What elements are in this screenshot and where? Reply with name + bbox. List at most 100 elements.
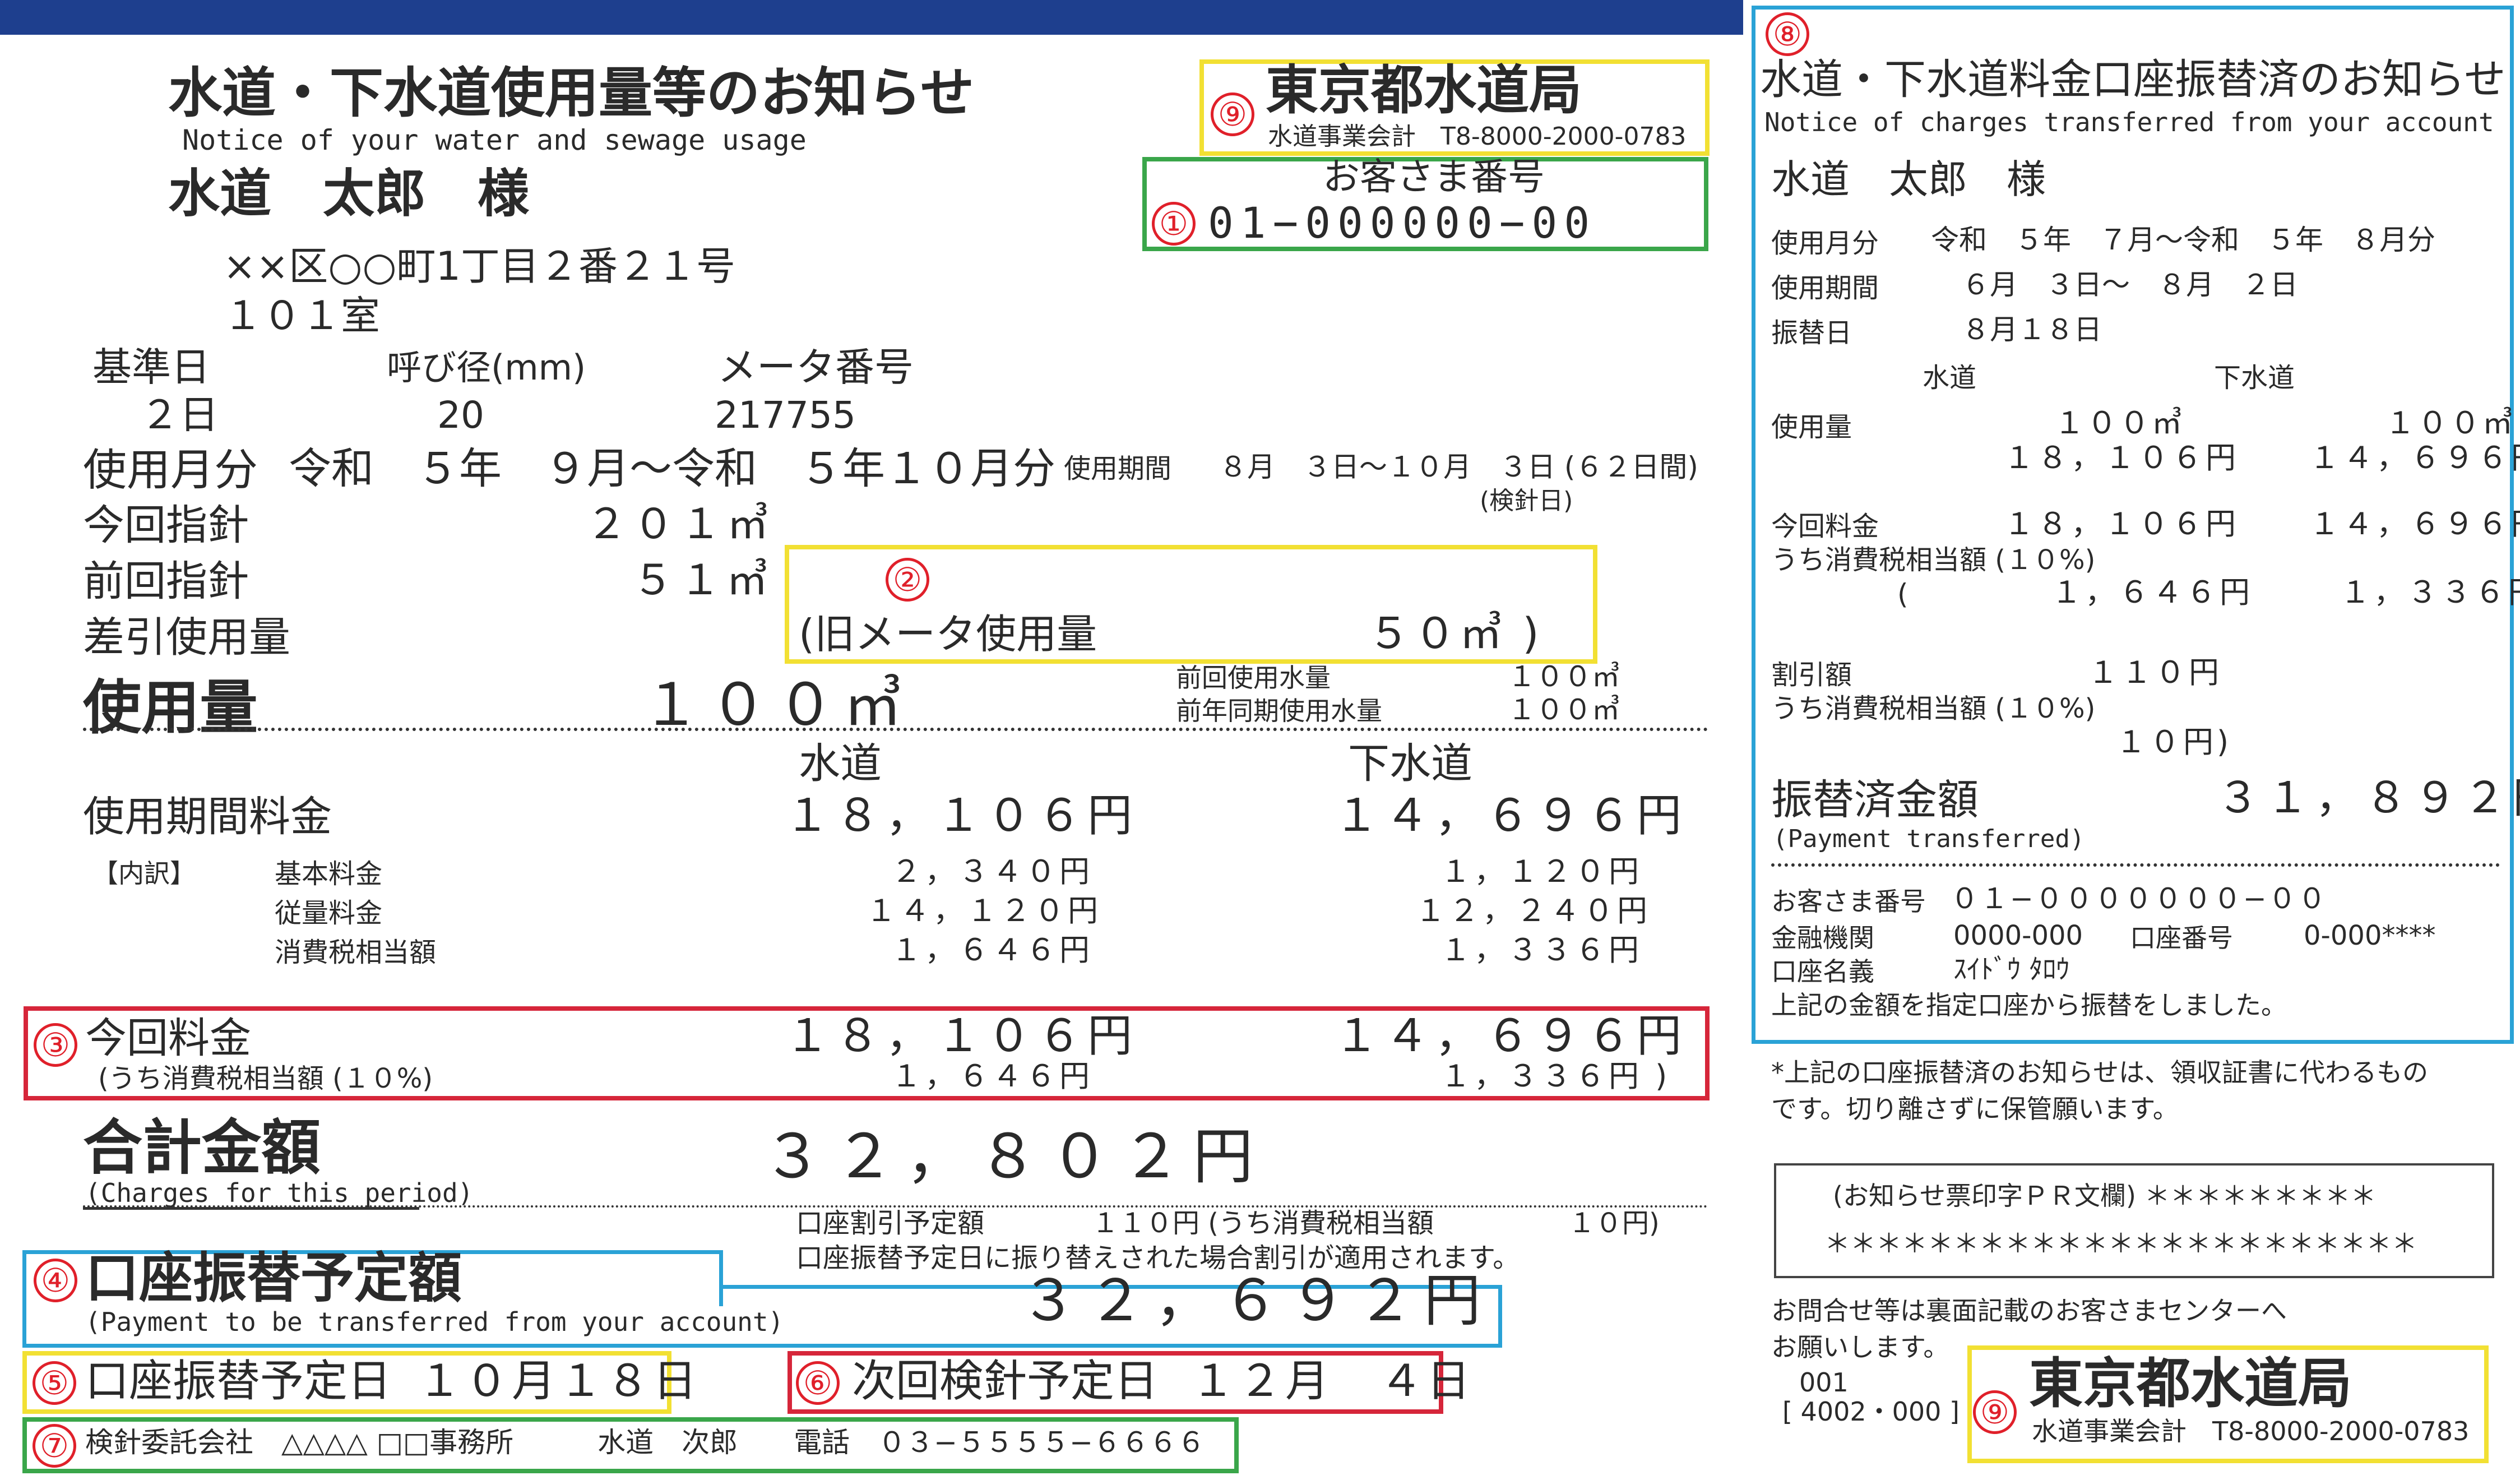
customer-number-label: お客さま番号 <box>1323 155 1545 198</box>
receipt-charge-water: １８，１０６円 <box>2004 506 2239 542</box>
receipt-discount-label: 割引額 <box>1771 659 1852 691</box>
total-label: 合計金額 <box>83 1113 321 1182</box>
bore-label: 呼び径(mm) <box>387 347 586 388</box>
receipt-col-sewer: 下水道 <box>2214 362 2295 394</box>
receipt-discount-value: １１０円 <box>2088 655 2222 690</box>
notice-title: 水道・下水道使用量等のお知らせ <box>168 62 975 124</box>
receipt-col-water: 水道 <box>1923 362 1977 394</box>
marker-5: ⑤ <box>33 1361 76 1405</box>
ref-day-label: 基準日 <box>92 344 210 390</box>
usage-period-note: (検針日) <box>1480 487 1573 515</box>
contact-text-2: お願いします。 <box>1771 1332 1949 1362</box>
receipt-row-value-2: ８月１８日 <box>1962 313 2102 346</box>
marker-9-top: ⑨ <box>1211 92 1254 136</box>
col-water-header: 水道 <box>799 739 882 788</box>
receipt-transferred-sub: (Payment transferred) <box>1773 825 2085 853</box>
current-charge-label: 今回料金 <box>85 1014 251 1062</box>
address-line-2: １０１室 <box>223 293 380 339</box>
discount-note-1: 口座割引予定額 １１０円 (うち消費税相当額 １０円) <box>796 1208 1660 1239</box>
next-reading-label: 次回検針予定日 <box>852 1356 1159 1407</box>
office-code-1: 001 <box>1799 1367 1849 1398</box>
receipt-customer-name: 水道 太郎 様 <box>1771 156 2046 202</box>
next-reading-value: １２月 ４日 <box>1191 1356 1474 1407</box>
breakdown-water-2: １，６４６円 <box>891 932 1093 968</box>
current-charge-sewer: １４，６９６円 <box>1334 1010 1687 1062</box>
notice-subtitle: Notice of your water and sewage usage <box>182 124 807 156</box>
receipt-subtitle: Notice of charges transferred from your … <box>1764 107 2494 137</box>
current-charge-water: １８，１０６円 <box>785 1010 1138 1062</box>
marker-9-bottom: ⑨ <box>1973 1390 2017 1434</box>
marker-1: ① <box>1152 202 1196 246</box>
receipt-usage-water-yen: １８，１０６円 <box>2004 440 2239 475</box>
receipt-bank: 0000-000 <box>1953 920 2083 951</box>
total-sub: (Charges for this period) <box>85 1178 474 1208</box>
receipt-usage-sewer: １００㎥ <box>2385 405 2515 441</box>
ref-day: ２日 <box>140 392 219 438</box>
breakdown-sewer-2: １，３３６円 <box>1440 932 1642 968</box>
receipt-row-value-1: ６月 ３日〜 ８月 ２日 <box>1962 269 2298 301</box>
period-charge-water: １８，１０６円 <box>785 789 1138 841</box>
receipt-usage-sewer-yen: １４，６９６円 <box>2309 440 2520 475</box>
current-reading-label: 今回指針 <box>83 501 249 549</box>
usage-period-value: ８月 ３日〜１０月 ３日 (６２日間) <box>1219 451 1698 483</box>
address-line-1: ××区○○町1丁目２番２１号 <box>223 243 735 289</box>
receipt-tax-label: うち消費税相当額 (１０%) <box>1771 544 2096 576</box>
last-year-usage-value: １００㎥ <box>1508 693 1620 726</box>
issuer-name-bottom: 東京都水道局 <box>2029 1352 2352 1415</box>
transfer-amount-sub: (Payment to be transferred from your acc… <box>85 1307 784 1337</box>
pr-text-2: ＊＊＊＊＊＊＊＊＊＊＊＊＊＊＊＊＊＊＊＊＊＊＊ <box>1824 1228 2417 1259</box>
pr-text-1: (お知らせ票印字ＰＲ文欄) ＊＊＊＊＊＊＊＊＊ <box>1833 1181 2377 1211</box>
reader-info: 検針委託会社 △△△△ □□事務所 水道 次郎 電話 ０３−５５５５−６６６６ <box>85 1426 1205 1459</box>
prev-usage-label: 前回使用水量 <box>1176 663 1331 693</box>
current-reading: ２０１㎥ <box>586 500 774 548</box>
receipt-holder: ｽｲﾄﾞｳ ﾀﾛｳ <box>1953 954 2070 985</box>
customer-name: 水道 太郎 様 <box>168 164 530 224</box>
meter-number-label: メータ番号 <box>717 344 914 390</box>
receipt-note-1: *上記の口座振替済のお知らせは、領収証書に代わるもの <box>1771 1057 2429 1088</box>
transfer-amount-label: 口座振替予定額 <box>85 1247 462 1310</box>
receipt-discount-tax-value: １０円) <box>2116 724 2232 760</box>
breakdown-label-1: 従量料金 <box>275 898 383 929</box>
transfer-date-value: １０月１８日 <box>418 1356 701 1407</box>
receipt-tax-sewer: １，３３６円) <box>2340 575 2520 610</box>
diff-usage-label: 差引使用量 <box>83 613 290 662</box>
transfer-amount-value: ３２，６９２円 <box>1020 1268 1491 1334</box>
marker-6: ⑥ <box>796 1361 840 1405</box>
breakdown-label-2: 消費税相当額 <box>275 937 437 968</box>
usage-month-value: 令和 ５年 ９月〜令和 ５年１０月分 <box>289 443 1055 493</box>
divider-2 <box>83 1205 1708 1208</box>
receipt-title: 水道・下水道料金口座振替済のお知らせ <box>1760 55 2506 104</box>
receipt-row-label-2: 振替日 <box>1771 317 1852 349</box>
breakdown-label: 【内訳】 <box>92 858 196 889</box>
receipt-account-label: 口座番号 <box>2130 923 2233 953</box>
divider <box>83 728 1708 731</box>
usage-value: １００㎥ <box>642 670 911 739</box>
usage-period-label: 使用期間 <box>1064 453 1172 484</box>
issuer-sub-bottom: 水道事業会計 T8-8000-2000-0783 <box>2032 1416 2470 1446</box>
prev-reading: ５１㎥ <box>632 556 773 604</box>
receipt-usage-label: 使用量 <box>1771 411 1852 443</box>
usage-month-label: 使用月分 <box>83 445 258 496</box>
receipt-tax-water: １，６４６円 <box>2051 575 2253 610</box>
breakdown-sewer-1: １２，２４０円 <box>1415 893 1651 928</box>
current-tax-water: １，６４６円 <box>891 1058 1093 1094</box>
period-charge-sewer: １４，６９６円 <box>1334 789 1687 841</box>
marker-8: ⑧ <box>1766 12 1809 56</box>
issuer-sub-top: 水道事業会計 T8-8000-2000-0783 <box>1268 122 1687 151</box>
old-meter-label: (旧メータ使用量 <box>799 610 1097 658</box>
period-charge-label: 使用期間料金 <box>83 793 332 841</box>
receipt-usage-water: １００㎥ <box>2054 405 2184 441</box>
marker-7: ⑦ <box>33 1424 76 1468</box>
receipt-transferred-label: 振替済金額 <box>1771 776 1979 824</box>
receipt-discount-tax-label: うち消費税相当額 (１０%) <box>1771 693 2096 724</box>
prev-reading-label: 前回指針 <box>83 557 249 605</box>
marker-4: ④ <box>34 1259 77 1302</box>
customer-number: 01−000000−00 <box>1208 198 1597 248</box>
bore-value: 20 <box>437 394 484 437</box>
breakdown-water-0: ２，３４０円 <box>891 854 1093 889</box>
receipt-bank-label: 金融機関 <box>1771 923 1874 953</box>
office-code-2: [ 4002・000 ] <box>1782 1396 1960 1427</box>
last-year-usage-label: 前年同期使用水量 <box>1176 696 1382 726</box>
receipt-done-text: 上記の金額を指定口座から振替をしました。 <box>1771 990 2287 1020</box>
receipt-cust-no-label: お客さま番号 <box>1771 886 1926 917</box>
